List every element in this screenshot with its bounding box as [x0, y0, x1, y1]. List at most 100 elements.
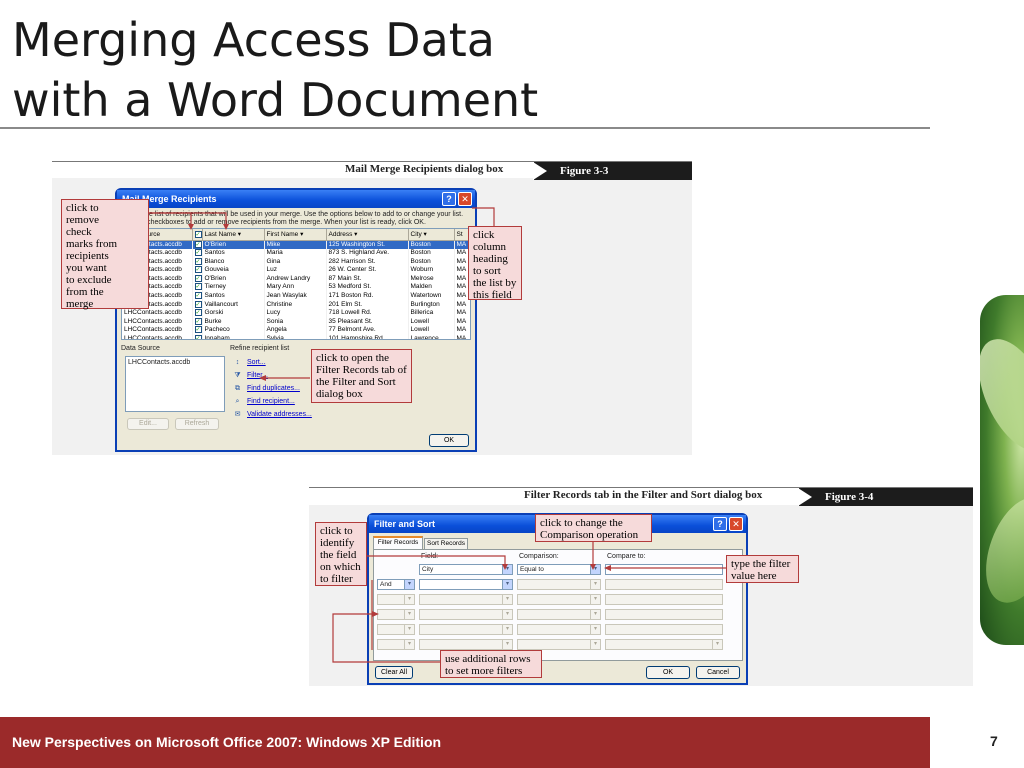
filter-comparison-select-3[interactable]: ▾	[517, 594, 601, 605]
include-checkbox[interactable]: ✓	[192, 283, 203, 293]
filter-compare-to-input-2[interactable]	[605, 579, 723, 590]
chevron-down-icon[interactable]: ▾	[502, 580, 512, 589]
cell-first-name: Andrew Landry	[264, 274, 327, 284]
include-checkbox[interactable]: ✓	[192, 274, 203, 284]
filter-link[interactable]: Filter...	[247, 372, 268, 379]
filter-cancel-button[interactable]: Cancel	[696, 666, 740, 679]
tab-sort-records[interactable]: Sort Records	[424, 538, 468, 549]
filter-dialog-title: Filter and Sort	[374, 519, 436, 529]
filter-close-icon[interactable]: ✕	[729, 517, 743, 531]
figure2-caption: Filter Records tab in the Filter and Sor…	[524, 489, 763, 501]
grid-header-row: Data Source ✓ Last Name ▾ First Name ▾ A…	[122, 229, 470, 241]
table-row[interactable]: LHCContacts.accdb ✓ Tierney Mary Ann 53 Medf…	[122, 283, 470, 293]
column-header-checkbox[interactable]: ✓	[192, 229, 203, 241]
data-source-label: Data Source	[121, 345, 160, 352]
find-recipient-icon: ⌕	[235, 398, 240, 405]
cell-city: Lowell	[408, 326, 455, 336]
sort-link[interactable]: Sort...	[247, 359, 266, 366]
column-header-address[interactable]: Address ▾	[326, 229, 409, 241]
cell-address: 101 Hampshire Rd.	[326, 335, 409, 339]
chevron-down-icon[interactable]: ▾	[404, 580, 414, 589]
filter-comparison-select-6[interactable]: ▾	[517, 639, 601, 650]
data-source-item[interactable]: LHCContacts.accdb	[126, 357, 224, 368]
table-row[interactable]: LHCContacts.accdb ✓ Santos Maria 873 S. High…	[122, 249, 470, 258]
filter-connector-select-5[interactable]: ▾	[377, 624, 415, 635]
filter-compare-to-input-1[interactable]	[605, 564, 723, 575]
filter-field-select-1[interactable]: City ▾	[419, 564, 513, 575]
include-checkbox[interactable]: ✓	[192, 317, 203, 327]
check-icon: ✓	[194, 292, 201, 300]
check-icon: ✓	[194, 326, 201, 334]
include-checkbox[interactable]: ✓	[192, 249, 203, 258]
ok-button[interactable]: OK	[429, 434, 469, 447]
page-number: 7	[990, 733, 998, 749]
column-header-first-name[interactable]: First Name ▾	[264, 229, 327, 241]
column-header-city[interactable]: City ▾	[408, 229, 455, 241]
column-header-last-name[interactable]: Last Name ▾	[202, 229, 265, 241]
include-checkbox[interactable]: ✓	[192, 335, 203, 339]
clear-all-button[interactable]: Clear All	[375, 666, 413, 679]
check-icon: ✓	[194, 300, 201, 308]
filter-icon: ⧩	[234, 372, 241, 379]
table-row[interactable]: LHCContacts.accdb ✓ Santos Jean Wasylak 171 …	[122, 292, 470, 301]
include-checkbox[interactable]: ✓	[192, 309, 203, 318]
figure1-label: Figure 3-3	[533, 162, 692, 180]
table-row[interactable]: LHCContacts.accdb ✓ Burke Sonia 35 Pleasant …	[122, 317, 470, 327]
validate-addresses-link[interactable]: Validate addresses...	[247, 411, 312, 418]
edit-button[interactable]: Edit...	[127, 418, 169, 430]
filter-connector-select-2[interactable]: And ▾	[377, 579, 415, 590]
table-row[interactable]: LHCContacts.accdb ✓ Vaillancourt Christine 2…	[122, 300, 470, 310]
filter-compare-to-input-6[interactable]: ▾	[605, 639, 723, 650]
include-checkbox[interactable]: ✓	[192, 257, 203, 267]
filter-field-select-3[interactable]: ▾	[419, 594, 513, 605]
refresh-button[interactable]: Refresh	[175, 418, 219, 430]
table-row[interactable]: LHCContacts.accdb ✓ O'Brien Mike 125 Washing…	[122, 240, 470, 250]
filter-ok-button[interactable]: OK	[646, 666, 690, 679]
filter-field-select-2[interactable]: ▾	[419, 579, 513, 590]
table-row[interactable]: LHCContacts.accdb ✓ Blanco Gina 282 Harrison…	[122, 257, 470, 267]
filter-connector-select-6[interactable]: ▾	[377, 639, 415, 650]
include-checkbox[interactable]: ✓	[192, 240, 203, 250]
include-checkbox[interactable]: ✓	[192, 300, 203, 310]
cell-first-name: Mary Ann	[264, 283, 327, 293]
table-row[interactable]: LHCContacts.accdb ✓ Gorski Lucy 718 Lowell R…	[122, 309, 470, 318]
find-duplicates-link[interactable]: Find duplicates...	[247, 385, 300, 392]
help-icon[interactable]: ?	[442, 192, 456, 206]
include-checkbox[interactable]: ✓	[192, 326, 203, 336]
filter-compare-to-input-3[interactable]	[605, 594, 723, 605]
filter-field-select-6[interactable]: ▾	[419, 639, 513, 650]
close-icon[interactable]: ✕	[458, 192, 472, 206]
cell-city: Malden	[408, 283, 455, 293]
filter-compare-to-input-5[interactable]	[605, 624, 723, 635]
cell-city: Woburn	[408, 266, 455, 275]
filter-comparison-select-4[interactable]: ▾	[517, 609, 601, 620]
filter-comparison-select-1[interactable]: Equal to ▾	[517, 564, 601, 575]
filter-connector-select-3[interactable]: ▾	[377, 594, 415, 605]
table-row[interactable]: LHCContacts.accdb ✓ O'Brien Andrew Landry 87…	[122, 274, 470, 284]
data-source-list[interactable]: LHCContacts.accdb	[125, 356, 225, 412]
include-checkbox[interactable]: ✓	[192, 266, 203, 275]
find-recipient-link[interactable]: Find recipient...	[247, 398, 295, 405]
cell-address: 87 Main St.	[326, 274, 409, 284]
filter-connector-select-4[interactable]: ▾	[377, 609, 415, 620]
filter-help-icon[interactable]: ?	[713, 517, 727, 531]
filter-comparison-select-5[interactable]: ▾	[517, 624, 601, 635]
figure1-caption: Mail Merge Recipients dialog box	[345, 163, 504, 175]
table-row[interactable]: LHCContacts.accdb ✓ Pacheco Angela 77 Belmon…	[122, 326, 470, 336]
include-checkbox[interactable]: ✓	[192, 292, 203, 301]
chevron-down-icon[interactable]: ▾	[502, 565, 512, 574]
cell-city: Burlington	[408, 300, 455, 310]
table-row[interactable]: LHCContacts.accdb ✓ Gouveia Luz 26 W. Center…	[122, 266, 470, 275]
cell-address: 171 Boston Rd.	[326, 292, 409, 301]
cell-city: Boston	[408, 249, 455, 258]
chevron-down-icon[interactable]: ▾	[590, 565, 600, 574]
filter-field-select-4[interactable]: ▾	[419, 609, 513, 620]
table-row[interactable]: LHCContacts.accdb ✓ Innaham Sylvia 101 Hamps…	[122, 335, 470, 339]
filter-compare-to-input-4[interactable]	[605, 609, 723, 620]
filter-field-select-5[interactable]: ▾	[419, 624, 513, 635]
recipients-grid[interactable]: Data Source ✓ Last Name ▾ First Name ▾ A…	[121, 228, 471, 340]
tab-filter-records[interactable]: Filter Records	[373, 536, 423, 549]
filter-comparison-select-2[interactable]: ▾	[517, 579, 601, 590]
chevron-down-icon: ▾	[590, 640, 600, 649]
cell-first-name: Sonia	[264, 317, 327, 327]
